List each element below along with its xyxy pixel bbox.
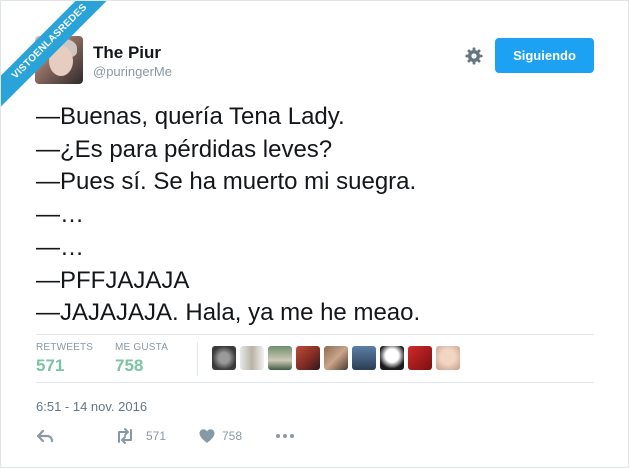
tweet-timestamp[interactable]: 6:51 - 14 nov. 2016: [36, 399, 147, 414]
tweet-line: —Buenas, quería Tena Lady.: [36, 103, 345, 130]
liker-avatar[interactable]: [380, 346, 404, 370]
divider: [36, 334, 594, 335]
like-count: 758: [222, 429, 243, 443]
liker-avatar[interactable]: [212, 346, 236, 370]
tweet-line: —…: [36, 233, 84, 261]
liker-avatar[interactable]: [436, 346, 460, 370]
tweet-line: —¿Es para pérdidas leves?: [36, 135, 333, 163]
tweet-text: —Buenas, quería Tena Lady. —¿Es para pér…: [36, 101, 596, 330]
liker-avatar[interactable]: [296, 346, 320, 370]
watermark-text: VISTOENLASREDES: [1, 1, 111, 111]
tweet-card: VISTOENLASREDES The Piur @puringerMe Sig…: [0, 0, 629, 468]
following-button[interactable]: Siguiendo: [495, 38, 594, 73]
watermark-ribbon: VISTOENLASREDES: [1, 1, 111, 111]
tweet-line: —…: [36, 201, 84, 229]
tweet-line: —JAJAJAJA. Hala, ya me he meao.: [36, 299, 421, 327]
gear-icon[interactable]: [464, 46, 484, 66]
liker-avatar[interactable]: [240, 346, 264, 370]
likes-count[interactable]: 758: [115, 356, 143, 376]
retweets-count[interactable]: 571: [36, 356, 64, 376]
reply-arrow-icon[interactable]: [36, 427, 54, 445]
tweet-line: —PFFJAJAJA: [36, 266, 190, 294]
liker-avatar[interactable]: [352, 346, 376, 370]
divider: [36, 382, 594, 383]
liker-avatar[interactable]: [408, 346, 432, 370]
tweet-line: —Pues sí. Se ha muerto mi suegra.: [36, 168, 417, 196]
liker-avatar[interactable]: [324, 346, 348, 370]
retweet-action[interactable]: 571: [114, 427, 166, 445]
heart-icon: [198, 427, 216, 445]
retweets-label[interactable]: RETWEETS: [36, 342, 93, 353]
more-dots-icon[interactable]: [275, 427, 295, 445]
likes-label[interactable]: ME GUSTA: [115, 342, 168, 353]
liker-avatar[interactable]: [268, 346, 292, 370]
like-action[interactable]: 758: [198, 427, 242, 445]
retweet-count: 571: [146, 429, 167, 443]
stats-separator: [197, 342, 198, 376]
retweet-icon: [114, 427, 136, 445]
